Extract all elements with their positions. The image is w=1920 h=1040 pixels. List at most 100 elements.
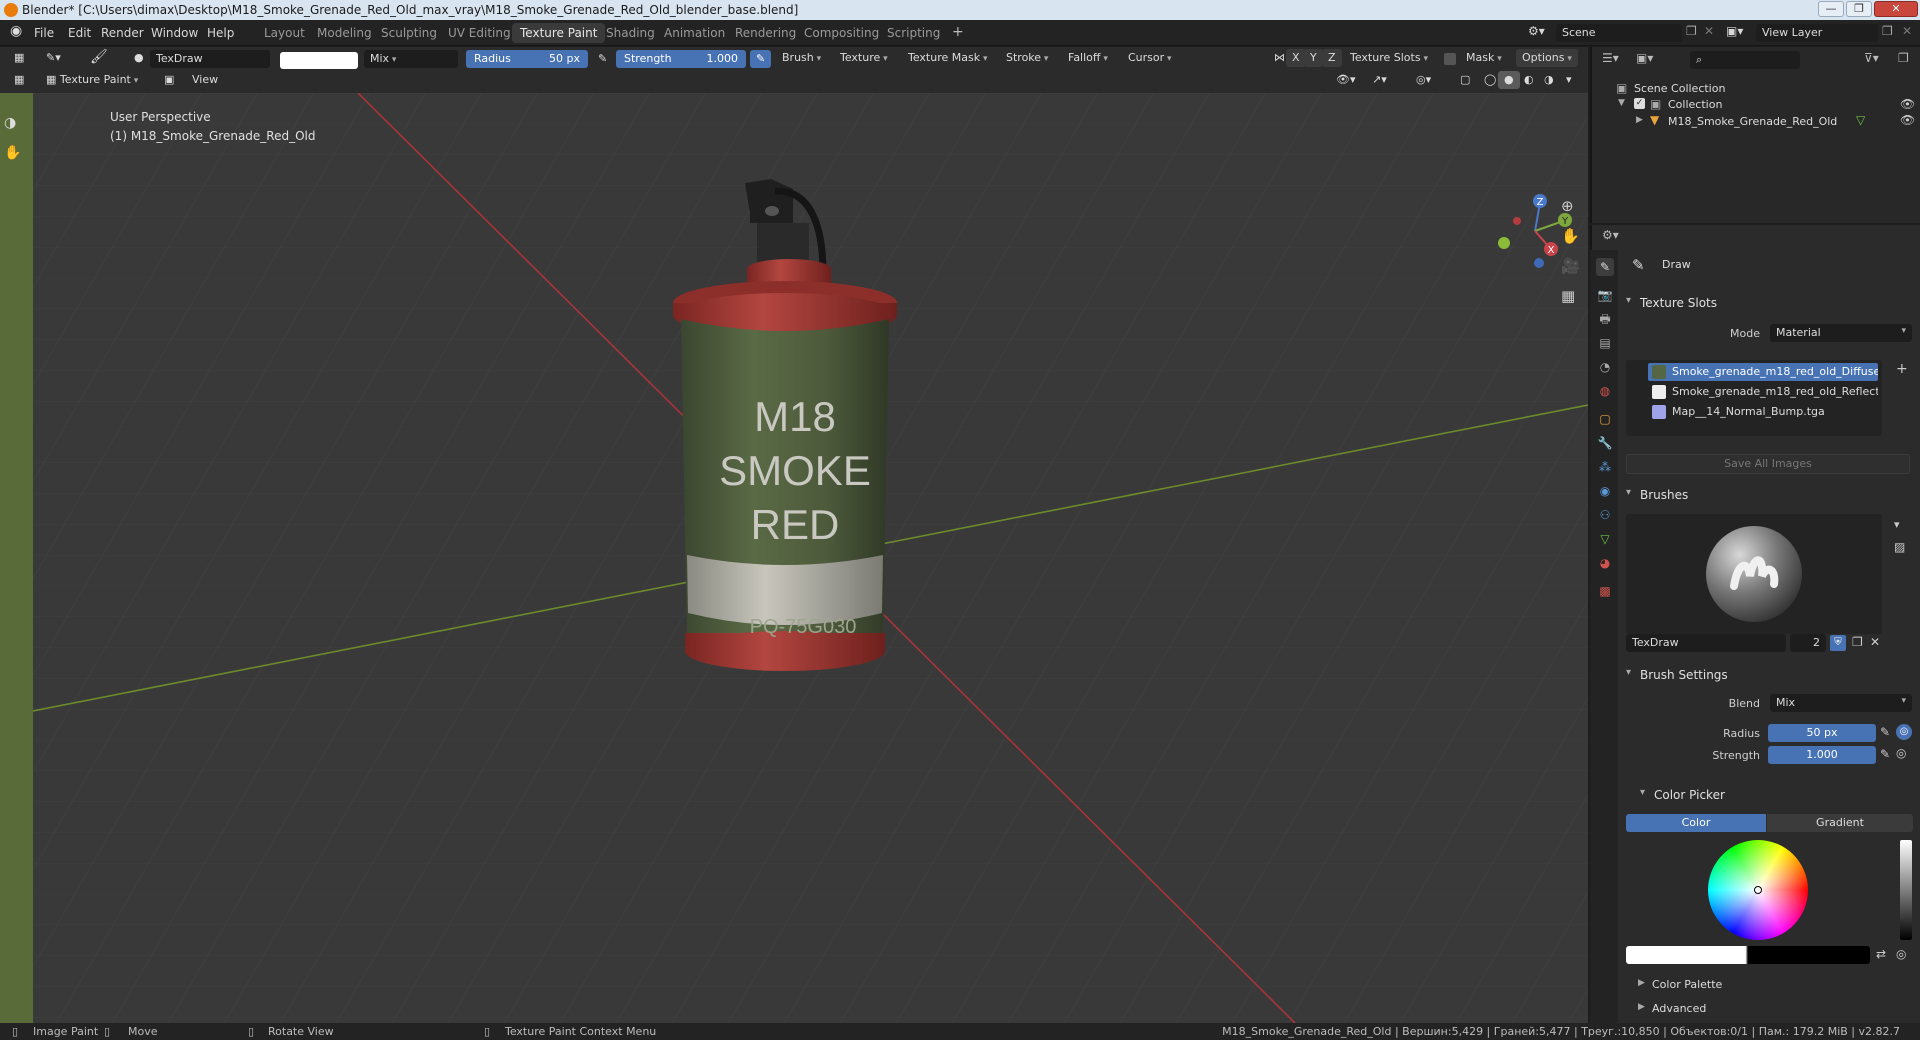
color-palette-panel-header[interactable]: Color Palette <box>1652 978 1722 991</box>
outliner-search-input[interactable]: ⌕ <box>1690 51 1800 69</box>
color-wheel-cursor[interactable] <box>1754 886 1762 894</box>
zoom-icon[interactable]: ⊕ <box>1561 197 1574 215</box>
pan-hand-icon[interactable]: ✋ <box>4 145 21 161</box>
strength-unified-icon[interactable]: ◎ <box>1896 746 1906 760</box>
texture-mask-menu[interactable]: Texture Mask <box>902 49 994 67</box>
new-collection-icon[interactable]: ❐ <box>1898 51 1909 65</box>
texture-slots-menu[interactable]: Texture Slots <box>1344 49 1434 67</box>
strength-pressure-icon[interactable]: ✎ <box>1880 747 1890 761</box>
properties-editor-icon[interactable]: ⚙▾ <box>1602 228 1619 242</box>
collection-visibility-icon[interactable]: 👁 <box>1900 97 1915 111</box>
color-tab[interactable]: Color <box>1626 814 1766 832</box>
brush-name-field[interactable]: TexDraw <box>150 50 270 68</box>
mirror-y-toggle[interactable]: Y <box>1304 49 1323 67</box>
shading-solid-icon[interactable]: ● <box>1498 71 1520 89</box>
shading-options-icon[interactable]: ▾ <box>1560 71 1578 89</box>
shading-rendered-icon[interactable]: ◑ <box>1538 71 1560 89</box>
collection-expand-icon[interactable]: ▼ <box>1618 98 1625 108</box>
tab-layout[interactable]: Layout <box>256 23 313 43</box>
radius-unit-icon[interactable]: ◎ <box>1896 724 1912 740</box>
value-slider[interactable] <box>1900 840 1912 940</box>
visibility-icon[interactable]: 👁▾ <box>1330 71 1362 89</box>
options-menu[interactable]: Options <box>1516 49 1578 67</box>
fake-user-shield-icon[interactable]: ⛨ <box>1830 635 1846 651</box>
tab-shading[interactable]: Shading <box>598 23 663 43</box>
brush-users-count[interactable]: 2 <box>1790 634 1826 652</box>
tool-settings-icon[interactable]: ✎▾ <box>40 49 67 67</box>
menu-file[interactable]: File <box>34 26 54 40</box>
radius-pressure-icon[interactable]: ✎ <box>1880 725 1890 739</box>
save-all-images-button[interactable]: Save All Images <box>1626 454 1910 474</box>
tab-scene-icon[interactable]: ◔ <box>1596 358 1614 376</box>
tab-texture-icon[interactable]: ▩ <box>1596 582 1614 600</box>
tab-constraints-icon[interactable]: ⚇ <box>1596 506 1614 524</box>
unlink-brush-icon[interactable]: ✕ <box>1870 635 1880 649</box>
object-visibility-icon[interactable]: 👁 <box>1900 113 1915 127</box>
blend-dropdown[interactable]: Mix <box>1770 694 1912 712</box>
image-editor-icon[interactable]: ◑ <box>4 115 16 131</box>
mask-checkbox[interactable] <box>1444 53 1456 65</box>
menu-render[interactable]: Render <box>101 26 144 40</box>
cursor-menu[interactable]: Cursor <box>1122 49 1178 67</box>
blend-mode-dropdown[interactable]: Mix <box>364 50 458 68</box>
close-button[interactable]: ✕ <box>1874 1 1918 17</box>
color-unified-icon[interactable]: ◎ <box>1896 947 1906 961</box>
tab-scripting[interactable]: Scripting <box>879 23 948 43</box>
minimize-button[interactable]: — <box>1818 1 1844 17</box>
camera-view-icon[interactable]: 🎥 <box>1561 257 1580 275</box>
menu-help[interactable]: Help <box>207 26 234 40</box>
overlay-toggle-icon[interactable]: ◎▾ <box>1410 71 1437 89</box>
view-menu[interactable]: View <box>186 71 224 89</box>
shading-material-icon[interactable]: ◐ <box>1518 71 1540 89</box>
scene-name-field[interactable]: Scene <box>1556 24 1682 42</box>
delete-view-layer-icon[interactable]: ✕ <box>1902 24 1912 38</box>
maximize-button[interactable]: ❐ <box>1846 1 1872 17</box>
duplicate-brush-icon[interactable]: ❐ <box>1852 635 1863 649</box>
radius-slider[interactable]: Radius 50 px <box>466 50 588 68</box>
3d-viewport[interactable]: M18 SMOKE RED PQ-75G030 Z Y X ⊕ ✋ 🎥 ▦ <box>33 93 1588 1023</box>
view-layer-icon[interactable]: ▣▾ <box>1726 24 1743 38</box>
tab-modifiers-icon[interactable]: 🔧 <box>1596 434 1614 452</box>
strength-slider[interactable]: 1.000 <box>1768 746 1876 764</box>
swap-colors-icon[interactable]: ⇄ <box>1876 947 1886 961</box>
object-expand-icon[interactable]: ▶ <box>1636 115 1643 125</box>
tab-material-icon[interactable]: ◕ <box>1596 554 1614 572</box>
radius-slider[interactable]: 50 px <box>1768 724 1876 742</box>
color-picker-panel-header[interactable]: Color Picker <box>1636 784 1918 806</box>
texture-slot-normal[interactable]: Map__14_Normal_Bump.tga <box>1648 403 1878 421</box>
falloff-menu[interactable]: Falloff <box>1062 49 1114 67</box>
color-palette-expand-icon[interactable]: ▶ <box>1638 978 1645 988</box>
mirror-z-toggle[interactable]: Z <box>1322 49 1342 67</box>
tab-sculpting[interactable]: Sculpting <box>373 23 445 43</box>
tab-object-icon[interactable]: ▢ <box>1596 410 1614 428</box>
brush-image-icon[interactable]: ▨ <box>1894 540 1905 554</box>
display-mode-icon[interactable]: ▣▾ <box>1636 51 1653 65</box>
mirror-x-toggle[interactable]: X <box>1286 49 1306 67</box>
collection-label[interactable]: Collection <box>1668 98 1722 111</box>
brushes-panel-header[interactable]: Brushes <box>1622 484 1918 506</box>
pan-view-icon[interactable]: ✋ <box>1561 227 1580 245</box>
color-wheel[interactable] <box>1708 840 1808 940</box>
tab-rendering[interactable]: Rendering <box>727 23 804 43</box>
tab-data-icon[interactable]: ▽ <box>1596 530 1614 548</box>
stroke-menu[interactable]: Stroke <box>1000 49 1054 67</box>
tab-view-layer-icon[interactable]: ▤ <box>1596 334 1614 352</box>
add-workspace-icon[interactable]: + <box>944 21 972 41</box>
editor-type-3d-icon[interactable]: ▦ <box>8 71 30 89</box>
scene-collection-label[interactable]: Scene Collection <box>1634 82 1725 95</box>
brush-menu[interactable]: Brush <box>776 49 827 67</box>
advanced-expand-icon[interactable]: ▶ <box>1638 1002 1645 1012</box>
brush-name-input[interactable]: TexDraw <box>1626 634 1786 652</box>
mode-dropdown[interactable]: ▦ Texture Paint <box>40 71 144 89</box>
tab-compositing[interactable]: Compositing <box>796 23 887 43</box>
brush-icon[interactable]: 🖌 <box>84 47 114 65</box>
texture-slots-panel-header[interactable]: Texture Slots <box>1622 292 1918 314</box>
menu-window[interactable]: Window <box>151 26 198 40</box>
editor-type-icon[interactable]: ▦ <box>8 49 30 67</box>
outliner-editor-icon[interactable]: ☰▾ <box>1602 51 1619 65</box>
view-layer-field[interactable]: View Layer <box>1756 24 1878 42</box>
ortho-toggle-icon[interactable]: ▦ <box>1561 287 1575 305</box>
advanced-panel-header[interactable]: Advanced <box>1652 1002 1706 1015</box>
new-view-layer-icon[interactable]: ❐ <box>1882 24 1893 38</box>
tab-output-icon[interactable]: 🖶 <box>1596 310 1614 328</box>
